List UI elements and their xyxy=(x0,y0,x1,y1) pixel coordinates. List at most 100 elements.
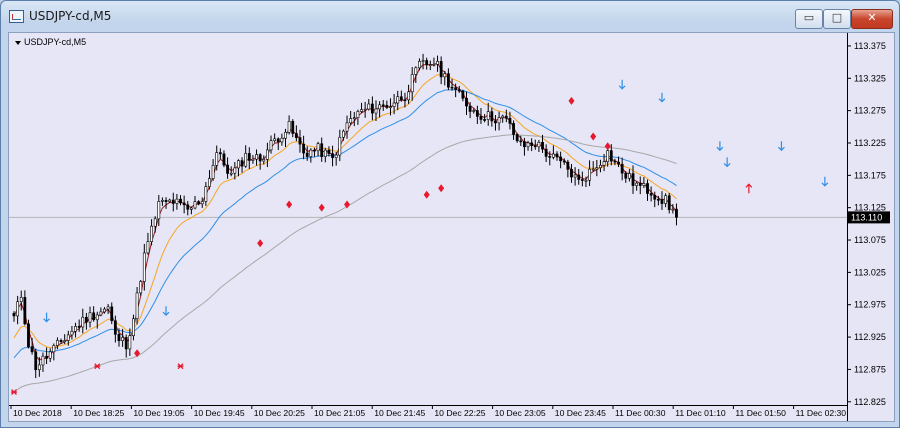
candle-body xyxy=(110,306,114,322)
candle-body xyxy=(255,154,258,160)
time-axis-label: 10 Dec 21:45 xyxy=(374,408,425,418)
candle-body xyxy=(103,308,106,313)
price-axis-label: 112.825 xyxy=(854,397,886,407)
chart-frame[interactable]: 113.375 113.325 113.275 113.225 113.175 113.1… xyxy=(8,32,895,422)
candle-body xyxy=(392,102,396,107)
candle-body xyxy=(646,183,649,194)
candle-body xyxy=(425,60,429,65)
candle-body xyxy=(59,340,63,343)
window-title: USDJPY-cd,M5 xyxy=(29,9,112,23)
chart-symbol-label: USDJPY-cd,M5 xyxy=(24,37,86,47)
candle-body xyxy=(403,99,407,102)
candle-body xyxy=(157,201,161,220)
candle-body xyxy=(81,316,85,328)
time-axis-label: 10 Dec 23:45 xyxy=(555,408,606,418)
candle-body xyxy=(262,159,266,162)
candle-body xyxy=(432,64,436,66)
price-axis-label: 113.025 xyxy=(854,267,886,277)
candle-body xyxy=(19,297,23,302)
candle-body xyxy=(34,351,38,371)
candle-body xyxy=(182,202,186,206)
close-button[interactable]: ✕ xyxy=(851,9,893,29)
candle-body xyxy=(418,61,421,69)
candle-body xyxy=(302,143,306,154)
candle-body xyxy=(345,122,349,132)
candle-body xyxy=(85,316,88,323)
candle-body xyxy=(52,345,56,353)
time-axis-label: 10 Dec 19:05 xyxy=(133,408,184,418)
candle-body xyxy=(667,195,671,210)
price-axis-label: 113.325 xyxy=(854,73,886,83)
candle-body xyxy=(327,149,331,154)
candle-body xyxy=(229,172,233,175)
title-bar[interactable]: USDJPY-cd,M5 ▭ □ ✕ xyxy=(1,1,899,31)
candle-body xyxy=(88,312,92,323)
candle-body xyxy=(428,64,432,66)
candle-body xyxy=(113,320,117,335)
maximize-button[interactable]: □ xyxy=(823,9,851,29)
candle-body xyxy=(461,90,465,99)
candle-body xyxy=(106,306,110,310)
candle-body xyxy=(121,337,125,342)
candle-body xyxy=(537,142,541,148)
candle-body xyxy=(606,150,610,162)
candle-body xyxy=(363,108,367,111)
minimize-button[interactable]: ▭ xyxy=(795,9,823,29)
candle-body xyxy=(360,109,363,112)
current-price-label: 113.110 xyxy=(851,212,882,222)
candle-body xyxy=(421,60,425,62)
candle-body xyxy=(56,340,59,346)
candle-body xyxy=(407,91,410,101)
candle-body xyxy=(555,153,559,158)
candle-body xyxy=(218,152,222,155)
candle-body xyxy=(284,131,287,139)
candle-body xyxy=(63,340,67,343)
candle-body xyxy=(533,145,537,148)
candle-body xyxy=(320,143,324,157)
candle-body xyxy=(323,149,327,157)
candle-body xyxy=(523,141,526,148)
candle-body xyxy=(396,96,400,104)
candle-body xyxy=(226,164,229,174)
candle-body xyxy=(269,140,273,151)
candle-body xyxy=(541,142,544,150)
candle-body xyxy=(27,323,30,348)
candle-body xyxy=(573,174,577,178)
candle-body xyxy=(349,118,353,124)
candle-body xyxy=(584,179,588,182)
price-chart[interactable]: 113.375 113.325 113.275 113.225 113.175 113.1… xyxy=(9,33,894,421)
candle-body xyxy=(389,106,392,108)
plot-area[interactable] xyxy=(9,33,847,405)
candle-body xyxy=(454,87,458,90)
candle-body xyxy=(515,134,519,142)
candle-body xyxy=(385,104,389,108)
candle-body xyxy=(508,117,512,124)
candle-body xyxy=(497,117,501,124)
candle-body xyxy=(193,201,197,209)
candle-body xyxy=(635,182,639,186)
terminal-window: USDJPY-cd,M5 ▭ □ ✕ 113.375 113.325 113.275… xyxy=(0,0,900,428)
candle-body xyxy=(591,168,595,171)
candle-body xyxy=(30,346,34,353)
candle-body xyxy=(128,335,132,350)
time-axis: 10 Dec 2018 10 Dec 18:25 10 Dec 19:05 10 De… xyxy=(10,405,846,418)
candle-body xyxy=(410,74,414,93)
candle-body xyxy=(519,140,523,143)
candle-body xyxy=(331,153,334,158)
candle-body xyxy=(240,160,244,167)
candle-body xyxy=(124,337,128,350)
candle-body xyxy=(374,108,378,114)
candle-body xyxy=(457,89,461,92)
candle-body xyxy=(580,179,584,181)
candle-body xyxy=(559,156,563,162)
candle-body xyxy=(642,183,646,186)
candle-body xyxy=(399,96,403,101)
candle-body xyxy=(570,169,573,178)
candle-body xyxy=(544,148,548,157)
candle-body xyxy=(233,167,237,174)
candle-body xyxy=(602,161,606,166)
candle-body xyxy=(153,218,157,227)
candle-body xyxy=(132,318,135,336)
candle-body xyxy=(490,111,494,122)
candle-body xyxy=(479,116,483,120)
